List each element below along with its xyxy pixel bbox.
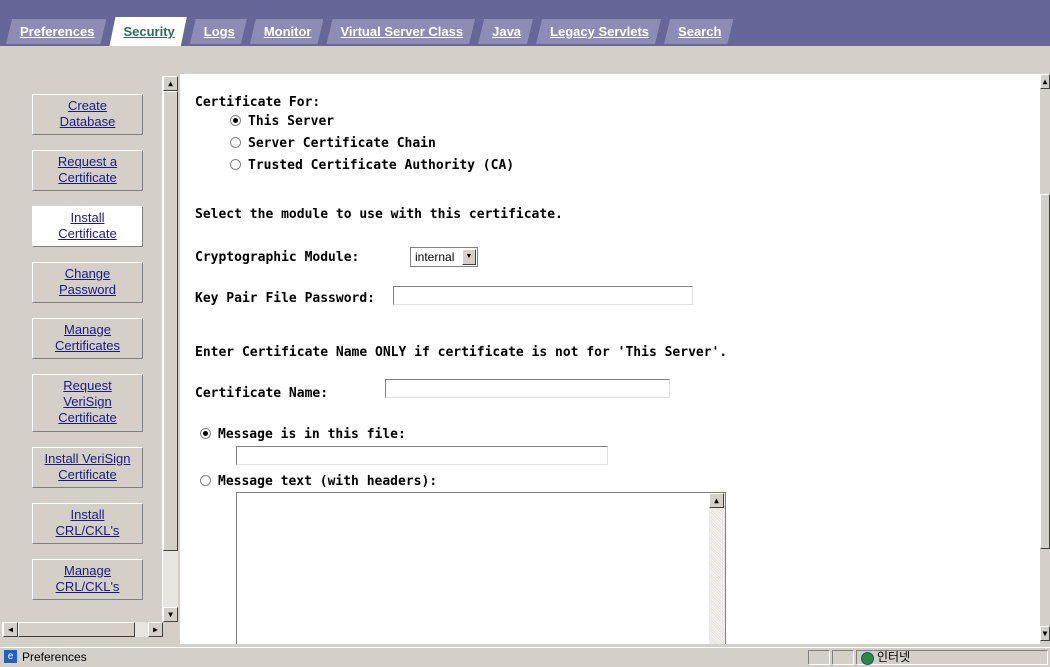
scroll-down-arrow-icon[interactable]: ▼ bbox=[1040, 626, 1050, 641]
sidebar-vertical-scrollbar[interactable]: ▲ ▼ bbox=[162, 76, 178, 622]
module-instruction: Select the module to use with this certi… bbox=[195, 207, 563, 222]
tab-search[interactable]: Search bbox=[664, 19, 733, 44]
status-cell bbox=[808, 650, 830, 665]
sidebar-item-label: Password bbox=[58, 282, 117, 297]
cert-name-instruction: Enter Certificate Name ONLY if certifica… bbox=[195, 345, 728, 360]
status-bar: e Preferences 인터넷 bbox=[0, 647, 1050, 667]
sidebar-item-label: Manage bbox=[64, 563, 111, 578]
sidebar-item-request-verisign-certificate[interactable]: Request VeriSign Certificate bbox=[32, 374, 143, 432]
key-pair-password-input[interactable] bbox=[393, 286, 693, 305]
page-icon: e bbox=[4, 650, 17, 663]
option-label: Trusted Certificate Authority (CA) bbox=[248, 158, 515, 173]
sidebar-item-label: Certificate bbox=[58, 410, 117, 425]
sidebar-item-label: Install bbox=[70, 210, 105, 225]
sidebar-item-label: Certificates bbox=[54, 338, 121, 353]
status-text: Preferences bbox=[22, 650, 87, 664]
scroll-up-arrow-icon[interactable]: ▲ bbox=[163, 76, 178, 91]
cert-for-option-this-server[interactable]: This Server bbox=[230, 114, 334, 129]
globe-icon bbox=[861, 652, 874, 665]
sidebar-item-manage-crl[interactable]: Manage CRL/CKL's bbox=[32, 559, 143, 600]
scroll-up-arrow-icon[interactable]: ▲ bbox=[1040, 74, 1050, 89]
zone-label: 인터넷 bbox=[877, 650, 911, 664]
sidebar: Create Database Request a Certificate In… bbox=[32, 94, 147, 615]
sidebar-item-label: Database bbox=[59, 114, 116, 129]
tab-legacy-servlets[interactable]: Legacy Servlets bbox=[536, 19, 661, 44]
sidebar-item-manage-certificates[interactable]: Manage Certificates bbox=[32, 318, 143, 359]
cert-for-label: Certificate For: bbox=[195, 95, 321, 110]
sidebar-item-label: Change bbox=[64, 266, 111, 281]
tab-preferences[interactable]: Preferences bbox=[6, 19, 106, 44]
sidebar-scroll-thumb[interactable] bbox=[163, 91, 178, 551]
sidebar-item-install-verisign-certificate[interactable]: Install VeriSign Certificate bbox=[32, 447, 143, 488]
sidebar-hscroll-thumb[interactable] bbox=[18, 622, 135, 637]
sidebar-item-label: Certificate bbox=[58, 226, 117, 241]
crypto-module-value: internal bbox=[415, 250, 455, 264]
option-label: This Server bbox=[248, 114, 335, 129]
sidebar-item-label: VeriSign bbox=[63, 394, 112, 409]
tab-monitor[interactable]: Monitor bbox=[250, 19, 324, 44]
cert-name-label: Certificate Name: bbox=[195, 386, 329, 401]
scroll-down-arrow-icon[interactable]: ▼ bbox=[163, 607, 178, 622]
radio-this-server[interactable] bbox=[230, 115, 241, 126]
sidebar-item-install-certificate[interactable]: Install Certificate bbox=[32, 206, 143, 247]
cert-for-option-chain[interactable]: Server Certificate Chain bbox=[230, 136, 436, 151]
sidebar-horizontal-scrollbar[interactable]: ◀ ▶ bbox=[2, 622, 163, 637]
option-label: Message is in this file: bbox=[218, 427, 406, 442]
status-cell bbox=[832, 650, 854, 665]
cert-for-option-ca[interactable]: Trusted Certificate Authority (CA) bbox=[230, 158, 514, 173]
message-text-area[interactable]: ▲ bbox=[236, 492, 726, 644]
tab-security[interactable]: Security bbox=[109, 17, 186, 46]
sidebar-item-label: Certificate bbox=[58, 170, 117, 185]
sidebar-item-label: CRL/CKL's bbox=[55, 523, 120, 538]
main-content: Certificate For: This Server Server Cert… bbox=[180, 74, 1040, 644]
crypto-module-label: Cryptographic Module: bbox=[195, 250, 360, 265]
sidebar-frame: Create Database Request a Certificate In… bbox=[0, 74, 178, 644]
sidebar-item-label: Install VeriSign bbox=[44, 451, 131, 466]
scroll-left-arrow-icon[interactable]: ◀ bbox=[3, 622, 18, 637]
main-vertical-scrollbar[interactable]: ▲ ▼ bbox=[1040, 74, 1050, 644]
radio-message-text[interactable] bbox=[200, 475, 211, 486]
tab-list: Preferences Security Logs Monitor Virtua… bbox=[6, 17, 736, 46]
sidebar-item-create-database[interactable]: Create Database bbox=[32, 94, 143, 135]
option-label: Message text (with headers): bbox=[218, 474, 438, 489]
cert-name-input[interactable] bbox=[385, 379, 670, 398]
tab-java[interactable]: Java bbox=[478, 19, 533, 44]
chevron-down-icon[interactable]: ▼ bbox=[462, 249, 476, 265]
radio-message-file[interactable] bbox=[200, 428, 211, 439]
option-label: Server Certificate Chain bbox=[248, 136, 436, 151]
sidebar-item-label: CRL/CKL's bbox=[55, 579, 120, 594]
sidebar-item-change-password[interactable]: Change Password bbox=[32, 262, 143, 303]
sidebar-item-request-certificate[interactable]: Request a Certificate bbox=[32, 150, 143, 191]
sidebar-item-label: Create bbox=[67, 98, 108, 113]
zone-cell: 인터넷 bbox=[856, 650, 1048, 665]
tab-virtual-server-class[interactable]: Virtual Server Class bbox=[326, 19, 475, 44]
radio-server-certificate-chain[interactable] bbox=[230, 137, 241, 148]
scroll-up-arrow-icon[interactable]: ▲ bbox=[709, 493, 724, 508]
message-text-option[interactable]: Message text (with headers): bbox=[200, 474, 437, 489]
header-band bbox=[0, 46, 1050, 74]
sidebar-item-label: Request bbox=[63, 378, 112, 393]
sidebar-item-label: Request a bbox=[57, 154, 118, 169]
message-file-input[interactable] bbox=[236, 446, 608, 465]
radio-trusted-ca[interactable] bbox=[230, 159, 241, 170]
main-scroll-thumb[interactable] bbox=[1040, 194, 1050, 549]
tab-logs[interactable]: Logs bbox=[190, 19, 247, 44]
key-pair-label: Key Pair File Password: bbox=[195, 291, 376, 306]
message-file-option[interactable]: Message is in this file: bbox=[200, 427, 406, 442]
tab-bar: Preferences Security Logs Monitor Virtua… bbox=[0, 0, 1050, 46]
textarea-scrollbar[interactable]: ▲ bbox=[709, 493, 725, 644]
sidebar-item-label: Certificate bbox=[58, 467, 117, 482]
scroll-right-arrow-icon[interactable]: ▶ bbox=[148, 622, 163, 637]
crypto-module-select[interactable]: internal ▼ bbox=[410, 247, 478, 267]
sidebar-item-install-crl[interactable]: Install CRL/CKL's bbox=[32, 503, 143, 544]
sidebar-item-label: Install bbox=[70, 507, 105, 522]
sidebar-item-label: Manage bbox=[64, 322, 111, 337]
